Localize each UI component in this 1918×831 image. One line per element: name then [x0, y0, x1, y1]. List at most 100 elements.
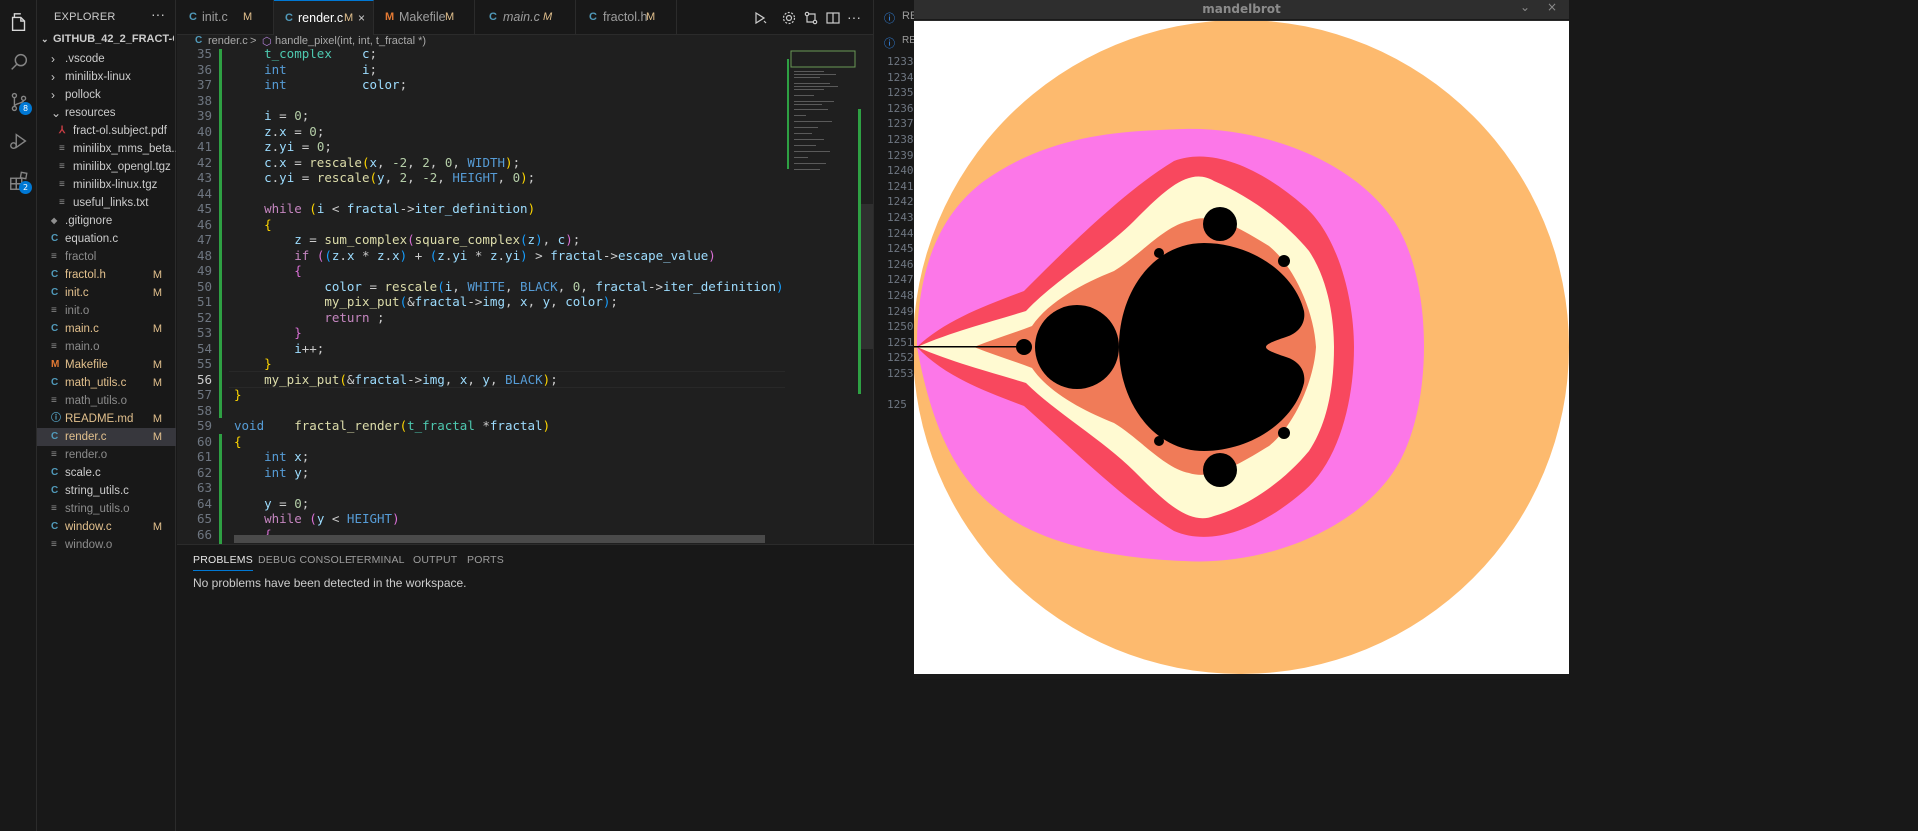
compare-icon[interactable]	[803, 10, 819, 26]
tab-init-c[interactable]: C init.c M	[177, 0, 274, 35]
extensions-icon[interactable]: 2	[5, 167, 32, 194]
window-titlebar[interactable]: mandelbrot ⌄ ×	[914, 0, 1569, 20]
explorer-item[interactable]: ≡ fractol	[37, 248, 176, 266]
search-icon[interactable]	[5, 48, 32, 75]
code-line[interactable]: }	[234, 387, 242, 403]
explorer-item[interactable]: ≡ render.o	[37, 446, 176, 464]
explorer-item-label: .gitignore	[65, 215, 113, 227]
explorer-item[interactable]: ≡ main.o	[37, 338, 176, 356]
tab-debug-console[interactable]: DEBUG CONSOLE	[258, 554, 352, 566]
explorer-item-label: equation.c	[65, 233, 119, 245]
explorer-item[interactable]: ≡ math_utils.o	[37, 392, 176, 410]
line-number: 47	[196, 232, 212, 247]
code-line[interactable]: t_complex c;	[234, 49, 377, 62]
tab-output[interactable]: OUTPUT	[413, 554, 457, 566]
code-line[interactable]: my_pix_put(&fractal->img, x, y, color);	[234, 294, 618, 310]
code-line[interactable]: {	[234, 263, 302, 279]
tab-render-c[interactable]: C render.c M ×	[274, 0, 374, 35]
run-icon[interactable]	[752, 10, 768, 26]
explorer-item[interactable]: Cmain.c M	[37, 320, 176, 338]
makefile-icon: M	[51, 359, 60, 370]
explorer-item[interactable]: ≡ minilibx_mms_beta...	[37, 140, 176, 158]
tab-makefile[interactable]: M Makefile M	[374, 0, 475, 35]
run-debug-icon[interactable]	[5, 127, 32, 154]
explorer-item[interactable]: Cequation.c	[37, 230, 176, 248]
code-line[interactable]: while (y < HEIGHT)	[234, 511, 400, 527]
code-line[interactable]: int y;	[234, 465, 309, 481]
code-line[interactable]: }	[234, 356, 272, 372]
code-line[interactable]: color = rescale(i, WHITE, BLACK, 0, frac…	[234, 279, 791, 295]
explorer-item[interactable]: ≡ useful_links.txt	[37, 194, 176, 212]
tab-ports[interactable]: PORTS	[467, 554, 504, 566]
code-line[interactable]: int i;	[234, 62, 377, 78]
explorer-item[interactable]: › .vscode	[37, 50, 176, 68]
c-file-icon: C	[51, 467, 59, 478]
tab-terminal[interactable]: TERMINAL	[350, 554, 405, 566]
more-icon[interactable]: ···	[847, 10, 863, 26]
explorer-item[interactable]: › minilibx-linux	[37, 68, 176, 86]
gear-icon[interactable]	[781, 10, 797, 26]
code-line[interactable]: c.yi = rescale(y, 2, -2, HEIGHT, 0);	[234, 170, 535, 186]
minimize-icon[interactable]: ⌄	[1520, 0, 1530, 14]
workspace-root[interactable]: ⌄ GITHUB_42_2_FRACT-OL	[41, 33, 174, 51]
code-line[interactable]: my_pix_put(&fractal->img, x, y, BLACK);	[234, 372, 558, 388]
tab-problems[interactable]: PROBLEMS	[193, 554, 253, 571]
explorer-item[interactable]: ≡ minilibx_opengl.tgz	[37, 158, 176, 176]
minimap[interactable]	[786, 49, 858, 544]
code-editor[interactable]: 35 t_complex c; 36 int i; 37 int color; 38 3…	[177, 49, 873, 544]
line-number: 39	[196, 108, 212, 123]
vertical-scrollbar[interactable]	[861, 204, 873, 349]
chevron-down-icon: ⌄	[41, 34, 49, 44]
code-line[interactable]: return ;	[234, 310, 384, 326]
explorer-item[interactable]: ≡ window.o	[37, 536, 176, 554]
explorer-item[interactable]: Cinit.c M	[37, 284, 176, 302]
explorer-item[interactable]: ≡ init.o	[37, 302, 176, 320]
explorer-item[interactable]: M Makefile M	[37, 356, 176, 374]
explorer-item[interactable]: ⓘ README.md M	[37, 410, 176, 428]
tab-fractol-h[interactable]: C fractol.h M	[576, 0, 677, 35]
explorer-item[interactable]: ◆ .gitignore	[37, 212, 176, 230]
explorer-item[interactable]: › pollock	[37, 86, 176, 104]
code-line[interactable]: z.x = 0;	[234, 124, 324, 140]
tab-main-c[interactable]: C main.c M	[475, 0, 576, 35]
breadcrumb-symbol[interactable]: handle_pixel(int, int, t_fractal *)	[275, 35, 426, 47]
explorer-item[interactable]: Cmath_utils.c M	[37, 374, 176, 392]
code-line[interactable]: if ((z.x * z.x) + (z.yi * z.yi) > fracta…	[234, 248, 716, 264]
code-line[interactable]: void fractal_render(t_fractal *fractal)	[234, 418, 550, 434]
code-line[interactable]: while (i < fractal->iter_definition)	[234, 201, 535, 217]
c-file-icon: C	[51, 521, 59, 532]
explorer-item[interactable]: ⌄ resources	[37, 104, 176, 122]
code-line[interactable]: z.yi = 0;	[234, 139, 332, 155]
code-line[interactable]: z = sum_complex(square_complex(z), c);	[234, 232, 580, 248]
explorer-item[interactable]: ⅄ fract-ol.subject.pdf	[37, 122, 176, 140]
close-icon[interactable]: ×	[358, 1, 365, 35]
code-line[interactable]: i++;	[234, 341, 324, 357]
explorer-item[interactable]: ≡ minilibx-linux.tgz	[37, 176, 176, 194]
code-line[interactable]: int color;	[234, 77, 407, 93]
modified-mark: M	[344, 12, 354, 24]
code-line[interactable]: c.x = rescale(x, -2, 2, 0, WIDTH);	[234, 155, 520, 171]
source-control-icon[interactable]: 8	[5, 88, 32, 115]
code-line[interactable]: int x;	[234, 449, 309, 465]
explorer-item[interactable]: Crender.c M	[37, 428, 176, 446]
split-editor-icon[interactable]	[825, 10, 841, 26]
explorer-item[interactable]: Cwindow.c M	[37, 518, 176, 536]
code-line[interactable]: }	[234, 325, 302, 341]
breadcrumb-file[interactable]: render.c	[208, 35, 248, 47]
fractal-canvas[interactable]	[914, 21, 1569, 674]
explorer-item[interactable]: Cscale.c	[37, 464, 176, 482]
modified-mark: M	[445, 11, 455, 23]
horizontal-scrollbar[interactable]	[234, 535, 765, 543]
tab-readme[interactable]: RE	[902, 10, 914, 22]
code-line[interactable]: {	[234, 217, 272, 233]
explorer-item[interactable]: Cstring_utils.c	[37, 482, 176, 500]
code-line[interactable]: i = 0;	[234, 108, 309, 124]
explorer-icon[interactable]	[5, 8, 32, 35]
close-icon[interactable]: ×	[1547, 0, 1557, 14]
explorer-item[interactable]: ≡ string_utils.o	[37, 500, 176, 518]
code-line[interactable]: {	[234, 434, 242, 450]
more-actions-icon[interactable]: ···	[151, 6, 165, 22]
explorer-item[interactable]: Cfractol.h M	[37, 266, 176, 284]
line-number: 1246	[887, 257, 914, 271]
code-line[interactable]: y = 0;	[234, 496, 309, 512]
